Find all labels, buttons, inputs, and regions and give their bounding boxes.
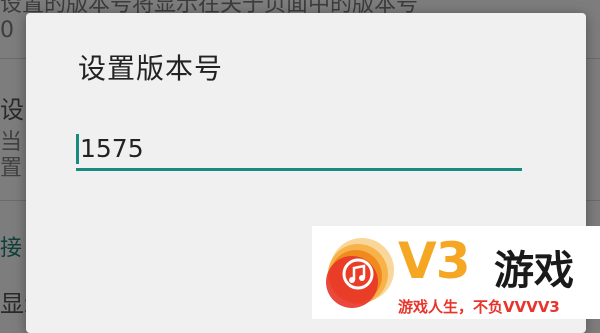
- input-underline: [76, 168, 522, 171]
- version-input-container[interactable]: [76, 128, 522, 172]
- watermark: V3 游戏 游戏人生，不负VVVV3: [312, 226, 600, 319]
- dialog-title: 设置版本号: [78, 52, 224, 85]
- bg-description-text-2: 0: [0, 18, 14, 43]
- watermark-v3: V3: [398, 232, 470, 290]
- watermark-slogan: 游戏人生，不负VVVV3: [398, 298, 560, 316]
- text-cursor: [76, 134, 79, 164]
- bg-section-header: 接: [0, 236, 23, 261]
- bg-setting-title[interactable]: 设: [0, 90, 24, 125]
- watermark-brand: 游戏: [494, 248, 574, 294]
- version-input[interactable]: [76, 128, 522, 168]
- bg-setting-subtitle-2: 置: [0, 156, 23, 181]
- v3-logo-icon: [326, 238, 394, 308]
